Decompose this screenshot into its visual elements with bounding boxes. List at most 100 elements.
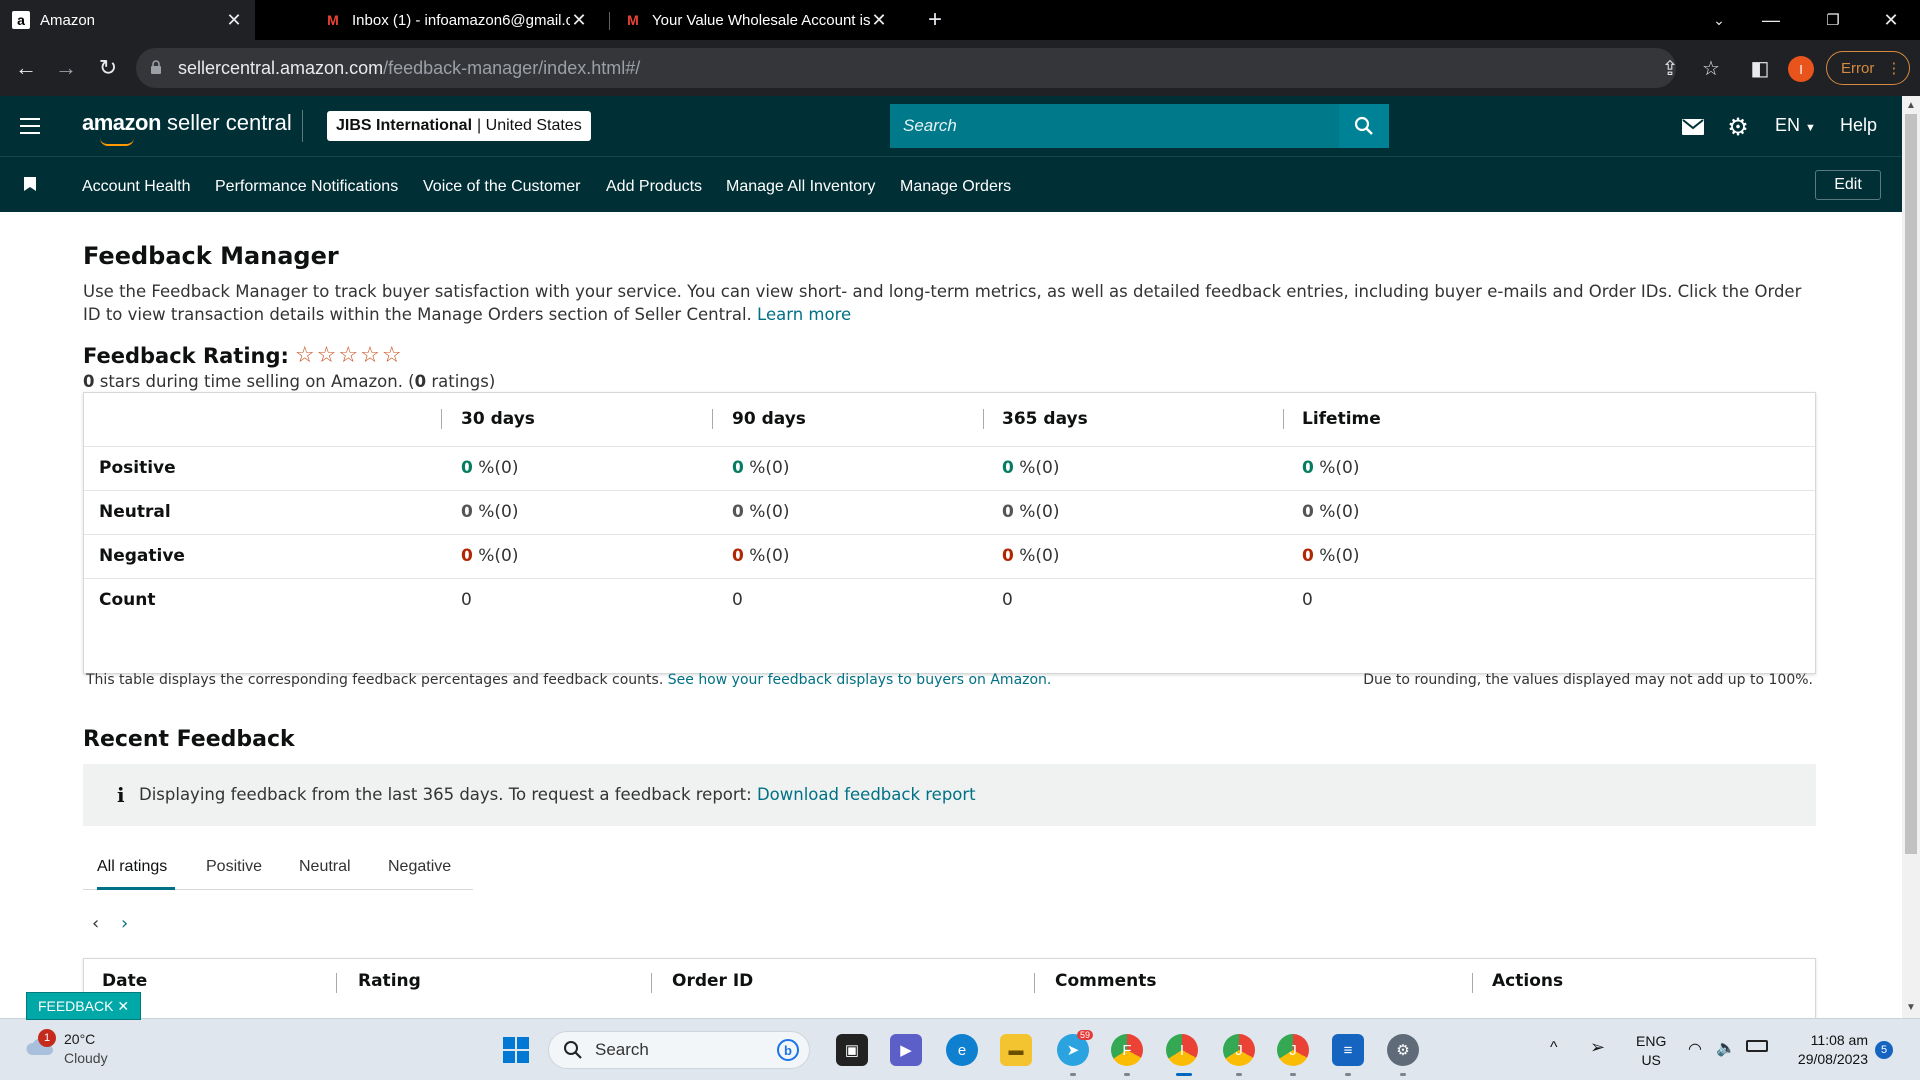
tab-positive[interactable]: Positive: [206, 858, 262, 876]
seller-central-logo[interactable]: amazon seller central: [82, 110, 292, 146]
browser-tab-wholesale[interactable]: M Your Value Wholesale Account is ✕: [612, 0, 900, 40]
nav-performance-notifications[interactable]: Performance Notifications: [215, 178, 398, 196]
nav-manage-orders[interactable]: Manage Orders: [900, 178, 1011, 196]
location-icon[interactable]: ➢: [1590, 1037, 1605, 1058]
chrome-profile-j2-icon[interactable]: J: [1277, 1034, 1309, 1066]
profile-avatar[interactable]: I: [1788, 56, 1814, 82]
chevron-up-icon[interactable]: ^: [1550, 1039, 1558, 1057]
feedback-display-link[interactable]: See how your feedback displays to buyers…: [668, 672, 1052, 688]
settings-gear-icon[interactable]: ⚙: [1725, 114, 1751, 141]
volume-icon[interactable]: 🔈: [1716, 1038, 1736, 1058]
store-selector[interactable]: JIBS International | United States: [327, 111, 591, 141]
feedback-widget-button[interactable]: FEEDBACK ✕: [26, 992, 141, 1020]
star-empty-icon: ☆: [338, 343, 359, 368]
file-explorer-icon[interactable]: ▬: [1000, 1034, 1032, 1066]
side-panel-icon[interactable]: ◧: [1746, 54, 1774, 82]
store-region: United States: [485, 117, 582, 134]
help-link[interactable]: Help: [1840, 115, 1877, 136]
bookmark-icon[interactable]: [24, 177, 36, 191]
table-cell: 0 %(0): [1302, 502, 1359, 522]
caret-down-icon: ▼: [1805, 122, 1816, 134]
tab-negative[interactable]: Negative: [388, 858, 451, 876]
table-cell: 0 %(0): [732, 502, 789, 522]
wifi-icon[interactable]: ◠: [1688, 1039, 1702, 1059]
column-header-date[interactable]: Date: [102, 971, 147, 991]
notepad-icon[interactable]: ≡: [1332, 1034, 1364, 1066]
recent-feedback-heading: Recent Feedback: [83, 727, 295, 752]
info-icon: i: [117, 783, 125, 807]
forward-button[interactable]: →: [48, 50, 84, 86]
nav-add-products[interactable]: Add Products: [606, 178, 702, 196]
next-page-icon[interactable]: ›: [121, 913, 128, 934]
task-view-icon[interactable]: ▣: [836, 1034, 868, 1066]
new-tab-button[interactable]: +: [912, 0, 958, 40]
search-input[interactable]: [890, 104, 1339, 148]
scroll-down-icon[interactable]: ▼: [1906, 1002, 1916, 1013]
star-empty-icon: ☆: [360, 343, 380, 368]
scroll-up-icon[interactable]: ▲: [1906, 100, 1916, 111]
nav-voice-of-customer[interactable]: Voice of the Customer: [423, 178, 580, 196]
chrome-profile-j-icon[interactable]: J: [1223, 1034, 1255, 1066]
learn-more-link[interactable]: Learn more: [757, 305, 851, 324]
input-language[interactable]: ENG US: [1636, 1032, 1666, 1070]
table-cell: 0 %(0): [1302, 546, 1359, 566]
chrome-profile-i-icon[interactable]: I: [1166, 1034, 1198, 1066]
chrome-profile-f-icon[interactable]: F: [1111, 1034, 1143, 1066]
clock[interactable]: 11:08 am 29/08/2023: [1788, 1031, 1868, 1069]
error-label: Error: [1841, 59, 1875, 77]
cell-value: 0: [461, 546, 473, 566]
share-icon[interactable]: ⇪: [1656, 54, 1684, 82]
close-tab-icon[interactable]: ✕: [570, 10, 588, 31]
column-header-order-id[interactable]: Order ID: [672, 971, 753, 991]
download-report-link[interactable]: Download feedback report: [757, 785, 976, 804]
tab-search-chevron-icon[interactable]: ⌄: [1696, 0, 1742, 40]
temperature: 20°C: [64, 1031, 96, 1047]
bing-icon[interactable]: b: [777, 1039, 799, 1061]
telegram-icon[interactable]: ➤ 59: [1057, 1030, 1094, 1066]
taskbar-search[interactable]: Search b: [548, 1031, 810, 1069]
address-bar[interactable]: sellercentral.amazon.com/feedback-manage…: [136, 48, 1676, 88]
close-tab-icon[interactable]: ✕: [225, 10, 243, 31]
close-icon[interactable]: ✕: [117, 998, 129, 1015]
tab-all-ratings[interactable]: All ratings: [97, 858, 167, 876]
edit-nav-button[interactable]: Edit: [1815, 170, 1881, 200]
reload-button[interactable]: ↻: [90, 50, 126, 86]
mail-icon[interactable]: [1680, 114, 1706, 140]
column-header-rating[interactable]: Rating: [358, 971, 421, 991]
back-button[interactable]: ←: [8, 50, 44, 86]
amazon-favicon-icon: a: [12, 11, 30, 29]
table-cell: 0 %(0): [1002, 458, 1059, 478]
close-tab-icon[interactable]: ✕: [870, 10, 888, 31]
cell-value: 0: [1302, 458, 1314, 478]
nav-account-health[interactable]: Account Health: [82, 178, 191, 196]
language-selector[interactable]: EN ▼: [1775, 115, 1816, 136]
restore-button[interactable]: ❐: [1810, 0, 1856, 40]
edge-icon[interactable]: e: [946, 1034, 978, 1066]
row-label: Positive: [99, 458, 176, 478]
browser-tab-amazon[interactable]: a Amazon ✕: [0, 0, 255, 40]
cell-count: %(0): [1019, 502, 1060, 522]
error-button[interactable]: Error ⋮: [1826, 51, 1910, 85]
windows-start-icon[interactable]: [500, 1034, 532, 1066]
previous-page-icon[interactable]: ‹: [92, 913, 99, 934]
bookmark-star-icon[interactable]: ☆: [1697, 54, 1725, 82]
minimize-button[interactable]: —: [1748, 0, 1794, 40]
settings-gear-icon[interactable]: ⚙: [1387, 1034, 1419, 1066]
browser-tab-inbox[interactable]: M Inbox (1) - infoamazon6@gmail.c ✕: [312, 0, 600, 40]
battery-icon[interactable]: [1746, 1040, 1768, 1052]
tab-neutral[interactable]: Neutral: [299, 858, 351, 876]
table-cell: 0 %(0): [1302, 458, 1359, 478]
meet-icon[interactable]: ▶: [890, 1034, 922, 1066]
table-cell: 0 %(0): [1002, 502, 1059, 522]
nav-manage-inventory[interactable]: Manage All Inventory: [726, 178, 875, 196]
region-code: US: [1641, 1052, 1661, 1068]
close-window-button[interactable]: ✕: [1868, 0, 1914, 40]
running-indicator: [1290, 1073, 1296, 1076]
notification-badge[interactable]: 5: [1875, 1041, 1893, 1059]
page-scrollbar[interactable]: ▲ ▼: [1902, 96, 1920, 1018]
logo-brand: amazon: [82, 110, 161, 135]
hamburger-menu-icon[interactable]: [20, 118, 40, 134]
table-note-text: This table displays the corresponding fe…: [86, 672, 664, 688]
search-button[interactable]: [1339, 104, 1389, 148]
scroll-thumb[interactable]: [1905, 114, 1917, 854]
